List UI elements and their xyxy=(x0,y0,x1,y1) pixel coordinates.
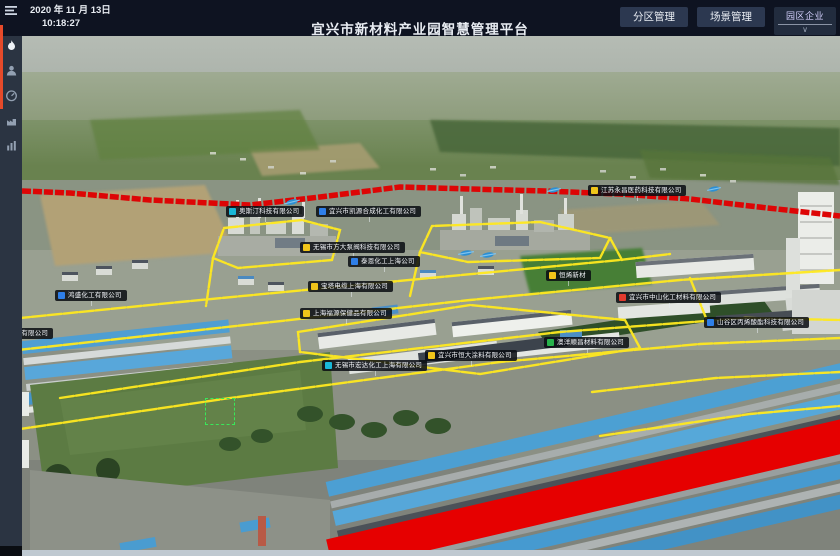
marker-label: 宜兴市恒大涂料有限公司 xyxy=(438,351,512,360)
factory-icon[interactable] xyxy=(5,114,18,127)
company-marker[interactable]: 无锡市宏达化工上海有限公司 xyxy=(322,360,427,371)
chevron-down-icon: ∨ xyxy=(778,25,832,34)
smart-park-platform: 奥斯汀科技有限公司 宜兴市凯源合成化工有限公司无锡市方大泵阀科技有限公司泰恩化工上… xyxy=(0,0,840,556)
map-3d-scene xyxy=(0,0,840,556)
marker-label: 山谷区丙烯酸酯科技有限公司 xyxy=(717,318,804,327)
company-marker[interactable]: 江苏永昌医药科技有限公司 xyxy=(588,185,686,196)
person-icon[interactable] xyxy=(5,64,18,77)
marker-label: 上海福源保健品有限公司 xyxy=(313,309,387,318)
datetime: 2020 年 11 月 13日 10:18:27 xyxy=(30,4,111,30)
marker-label: 无锡市宏达化工上海有限公司 xyxy=(335,361,422,370)
company-marker[interactable]: 山谷区丙烯酸酯科技有限公司 xyxy=(704,317,809,328)
clipped-map-tag xyxy=(22,440,29,468)
marker-icon xyxy=(707,319,714,326)
marker-label: 奥斯汀科技有限公司 xyxy=(239,207,299,216)
company-marker[interactable]: 宝塔电缆上海有限公司 xyxy=(308,281,393,292)
marker-label: 宜兴市中山化工材料有限公司 xyxy=(629,293,716,302)
marker-icon xyxy=(325,362,332,369)
marker-icon xyxy=(319,208,326,215)
marker-label: 宝塔电缆上海有限公司 xyxy=(321,282,388,291)
company-marker[interactable]: 奥斯汀科技有限公司 xyxy=(226,206,304,217)
time-label: 10:18:27 xyxy=(30,17,111,30)
zone-management-button[interactable]: 分区管理 xyxy=(620,7,688,27)
marker-icon xyxy=(549,272,556,279)
sidebar-nav xyxy=(0,36,22,546)
marker-icon xyxy=(311,283,318,290)
marker-icon xyxy=(547,339,554,346)
header-actions: 分区管理 场景管理 园区企业 ∨ xyxy=(620,7,836,35)
map-selection-box xyxy=(205,398,235,425)
company-marker[interactable]: 上海福源保健品有限公司 xyxy=(300,308,392,319)
company-marker[interactable]: 宜兴市凯源合成化工有限公司 xyxy=(316,206,421,217)
marker-icon xyxy=(591,187,598,194)
marker-label: 澳洋顺昌材料有限公司 xyxy=(557,338,624,347)
marker-icon xyxy=(58,292,65,299)
company-marker[interactable]: 无锡市方大泵阀科技有限公司 xyxy=(300,242,405,253)
header: 2020 年 11 月 13日 10:18:27 宜兴市新材料产业园智慧管理平台… xyxy=(0,0,840,36)
marker-label: 泰恩化工上海公司 xyxy=(361,257,415,266)
gauge-icon[interactable] xyxy=(5,89,18,102)
sidebar-top xyxy=(0,0,22,36)
marker-icon xyxy=(229,208,236,215)
date-label: 2020 年 11 月 13日 xyxy=(30,4,111,17)
marker-icon xyxy=(351,258,358,265)
bar-chart-icon[interactable] xyxy=(5,139,18,152)
map-bottom-strip xyxy=(22,550,840,556)
clipped-map-tag xyxy=(22,392,29,416)
company-marker[interactable]: 澳洋顺昌材料有限公司 xyxy=(544,337,629,348)
marker-icon xyxy=(303,244,310,251)
company-marker[interactable]: 鸿盛化工有限公司 xyxy=(55,290,127,301)
company-marker[interactable]: 泰恩化工上海公司 xyxy=(348,256,420,267)
company-marker[interactable]: 宜兴市恒大涂料有限公司 xyxy=(425,350,517,361)
company-marker[interactable]: 恒烯新材 xyxy=(546,270,591,281)
marker-label: 鸿盛化工有限公司 xyxy=(68,291,122,300)
menu-icon[interactable] xyxy=(4,4,18,17)
page-title: 宜兴市新材料产业园智慧管理平台 xyxy=(311,18,529,38)
company-marker[interactable]: 宜兴市中山化工材料有限公司 xyxy=(616,292,721,303)
sidebar-footer xyxy=(0,546,22,556)
park-enterprises-dropdown[interactable]: 园区企业 ∨ xyxy=(774,7,836,35)
flame-icon[interactable] xyxy=(5,39,18,52)
dropdown-label: 园区企业 xyxy=(778,9,832,22)
map-viewport[interactable]: 奥斯汀科技有限公司 宜兴市凯源合成化工有限公司无锡市方大泵阀科技有限公司泰恩化工上… xyxy=(0,0,840,556)
sidebar-active-indicator xyxy=(0,25,3,109)
marker-label: 恒烯新材 xyxy=(559,271,586,280)
scene-management-button[interactable]: 场景管理 xyxy=(697,7,765,27)
marker-icon xyxy=(428,352,435,359)
marker-label: 江苏永昌医药科技有限公司 xyxy=(601,186,681,195)
marker-label: 无锡市方大泵阀科技有限公司 xyxy=(313,243,400,252)
sidebar xyxy=(0,0,22,556)
marker-icon xyxy=(619,294,626,301)
marker-label: 宜兴市凯源合成化工有限公司 xyxy=(329,207,416,216)
marker-icon xyxy=(303,310,310,317)
